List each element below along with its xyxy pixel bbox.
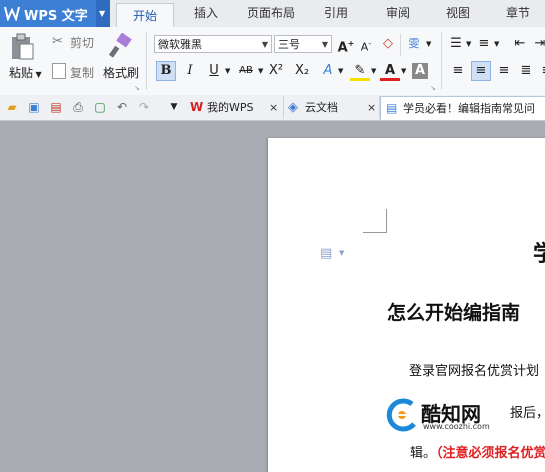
underline-button[interactable]: U <box>204 61 224 81</box>
chevron-down-icon[interactable]: ▼ <box>426 40 431 48</box>
tab-chapter[interactable]: 章节 <box>494 0 542 27</box>
margin-corner-mark <box>363 209 387 233</box>
copy-button[interactable]: 复制 <box>70 64 94 81</box>
superscript-button[interactable]: X² <box>266 61 286 81</box>
document-icon[interactable]: ▤ <box>320 246 332 261</box>
chevron-down-icon[interactable]: ▼ <box>338 67 343 75</box>
numbered-list-icon[interactable]: ≡ <box>474 34 494 54</box>
doc-tab-my-wps[interactable]: W 我的WPS × <box>185 96 284 119</box>
font-color-icon[interactable]: A <box>380 61 400 81</box>
cut-button[interactable]: 剪切 <box>70 34 94 51</box>
doc-tab-cloud-docs[interactable]: ◈ 云文档 × <box>283 96 380 119</box>
doc-paragraph: 报后， <box>510 406 545 421</box>
doc-paragraph: 辑。（注意必须报名优赏 <box>410 446 545 461</box>
bold-button[interactable]: B <box>156 61 176 81</box>
separator <box>441 32 442 90</box>
shrink-font-icon[interactable]: A- <box>356 34 376 54</box>
align-left-icon[interactable]: ≡ <box>448 61 468 81</box>
format-painter-label[interactable]: 格式刷 <box>103 64 139 81</box>
app-title: WPS 文字 <box>24 9 88 24</box>
justify-icon[interactable]: ≣ <box>516 61 536 81</box>
document-icon: ▤ <box>386 101 398 115</box>
doc-paragraph: 登录官网报名优赏计划 <box>409 364 540 379</box>
chevron-down-icon: ▼ <box>99 9 106 18</box>
clipboard-icon <box>12 33 34 60</box>
decrease-indent-icon[interactable]: ⇤ <box>510 34 530 54</box>
separator <box>146 32 147 90</box>
separator <box>400 34 401 56</box>
font-group-launcher[interactable]: ↘ <box>430 84 436 92</box>
clear-format-icon[interactable]: ◇ <box>378 34 398 54</box>
chevron-down-icon: ▼ <box>261 40 268 49</box>
app-menu-dropdown[interactable]: ▼ <box>96 0 110 27</box>
doc-tab-active[interactable]: ▤ 学员必看！编辑指南常见问 <box>380 96 545 120</box>
chevron-down-icon[interactable]: ▼ <box>466 40 471 48</box>
scissors-icon[interactable]: ✂ <box>52 34 66 49</box>
wps-logo-icon <box>4 6 20 21</box>
chevron-down-icon[interactable]: ▼ <box>401 67 406 75</box>
distributed-icon[interactable]: ≡ <box>537 61 545 81</box>
wps-logo-icon: W <box>190 100 204 114</box>
highlight-icon[interactable]: ✎ <box>350 61 370 81</box>
close-icon[interactable]: × <box>269 96 278 119</box>
tab-home[interactable]: 开始 <box>116 3 174 28</box>
chevron-down-icon: ▼ <box>321 40 328 49</box>
phonetic-guide-icon[interactable]: 雯 <box>404 34 424 54</box>
doc-title: 学 <box>533 242 545 267</box>
italic-button[interactable]: I <box>180 61 200 81</box>
tab-page-layout[interactable]: 页面布局 <box>240 0 302 27</box>
coozhi-logo-icon <box>384 398 420 432</box>
app-menu-button[interactable]: WPS 文字 <box>0 0 96 27</box>
undo-icon[interactable]: ↶ <box>114 99 130 115</box>
doc-subheading: 怎么开始编指南 <box>387 302 521 324</box>
paste-label[interactable]: 粘贴 ▼ <box>9 64 42 81</box>
tab-review[interactable]: 审阅 <box>374 0 422 27</box>
export-pdf-icon[interactable]: ▤ <box>48 99 64 115</box>
cube-icon: ◈ <box>288 100 298 115</box>
chevron-down-icon[interactable]: ▼ <box>371 67 376 75</box>
tab-view[interactable]: 视图 <box>434 0 482 27</box>
open-folder-icon[interactable]: ▰ <box>4 99 20 115</box>
font-size-select[interactable]: 三号 ▼ <box>274 35 332 53</box>
paint-brush-icon <box>108 32 132 58</box>
subscript-button[interactable]: X₂ <box>292 61 312 81</box>
chevron-down-icon[interactable]: ▼ <box>339 249 344 257</box>
redo-icon[interactable]: ↷ <box>136 99 152 115</box>
customize-toolbar-icon[interactable]: ▼ <box>166 99 182 115</box>
watermark-url: www.coozhi.com <box>423 422 490 431</box>
grow-font-icon[interactable]: A+ <box>336 34 356 55</box>
increase-indent-icon[interactable]: ⇥ <box>530 34 545 54</box>
copy-icon <box>52 63 66 79</box>
align-center-icon[interactable]: ≡ <box>471 61 491 81</box>
tab-references[interactable]: 引用 <box>312 0 360 27</box>
strikethrough-button[interactable]: AB <box>236 61 256 81</box>
paste-button[interactable] <box>9 33 39 61</box>
font-name-select[interactable]: 微软雅黑 ▼ <box>154 35 272 53</box>
chevron-down-icon[interactable]: ▼ <box>225 67 230 75</box>
print-preview-icon[interactable]: ▢ <box>92 99 108 115</box>
char-shading-icon[interactable]: A <box>412 63 428 79</box>
print-icon[interactable]: ⎙ <box>70 99 86 115</box>
align-right-icon[interactable]: ≡ <box>494 61 514 81</box>
text-effect-icon[interactable]: A <box>318 61 338 81</box>
close-icon[interactable]: × <box>367 96 376 119</box>
chevron-down-icon: ▼ <box>33 70 42 79</box>
chevron-down-icon[interactable]: ▼ <box>494 40 499 48</box>
format-painter-button[interactable] <box>108 32 134 59</box>
bullet-list-icon[interactable]: ☰ <box>446 34 466 54</box>
clipboard-group-launcher[interactable]: ↘ <box>134 84 140 92</box>
save-icon[interactable]: ▣ <box>26 99 42 115</box>
tab-insert[interactable]: 插入 <box>182 0 230 27</box>
chevron-down-icon[interactable]: ▼ <box>258 67 263 75</box>
